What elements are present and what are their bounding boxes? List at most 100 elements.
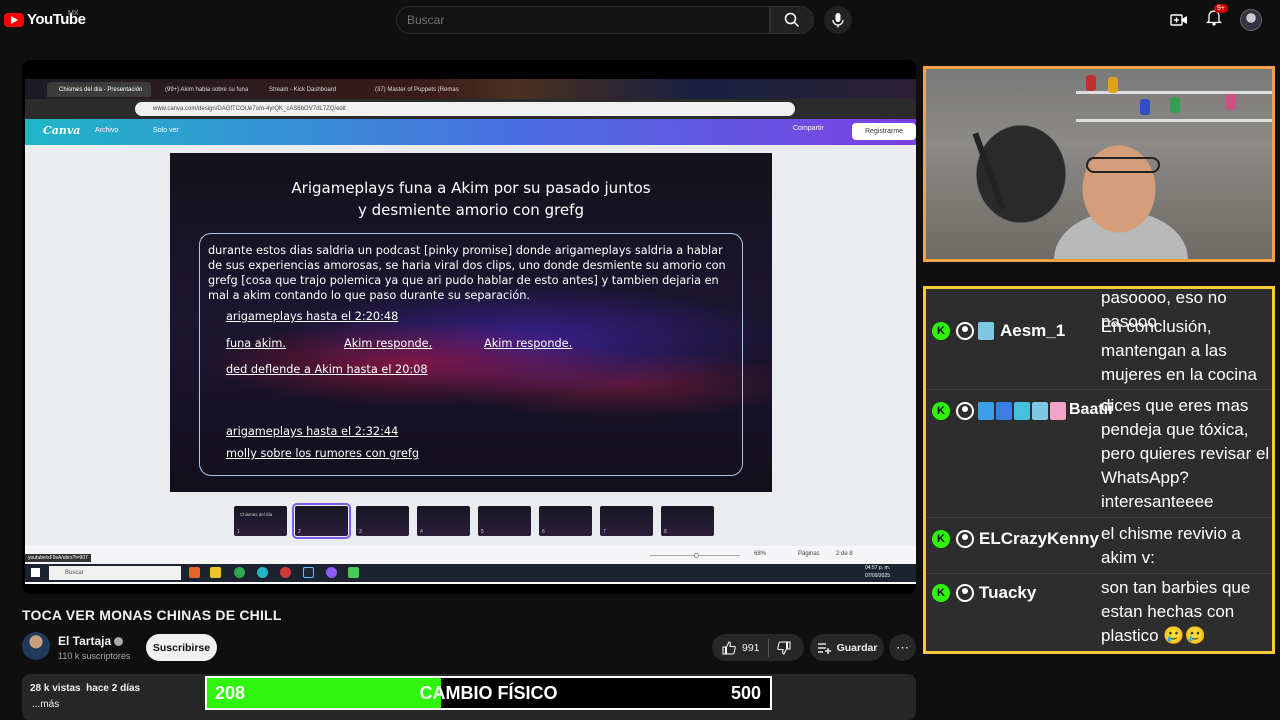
chat-separator xyxy=(926,517,1272,518)
goal-progress-bar: 208 CAMBIO FÍSICO 500 xyxy=(205,676,772,710)
chat-username: Aesm_1 xyxy=(1000,321,1066,340)
edge-icon xyxy=(257,567,268,578)
channel-name-row[interactable]: El Tartaja xyxy=(58,634,124,648)
subscribe-button[interactable]: Suscribirse xyxy=(146,634,217,661)
canva-logo: Canva xyxy=(43,124,81,137)
create-video-icon[interactable] xyxy=(1170,12,1188,28)
kick-badge-icon: K xyxy=(932,530,950,548)
thumbnail: Chismes del día 1 xyxy=(234,506,287,536)
canva-menu-view: Solo ver xyxy=(153,127,179,134)
chrome-icon xyxy=(234,567,245,578)
account-avatar[interactable] xyxy=(1240,8,1262,31)
obs-icon xyxy=(326,567,337,578)
folder-icon xyxy=(210,567,221,578)
chat-separator xyxy=(926,573,1272,574)
kick-badge-icon: K xyxy=(932,402,950,420)
goal-target: 500 xyxy=(730,683,761,703)
pages-label: Páginas xyxy=(798,551,820,557)
browser-tab-kick: Stream - Kick Dashboard xyxy=(269,86,337,93)
badge-icon xyxy=(1032,402,1048,420)
slide-title-line1: Arigameplays funa a Akim por su pasado j… xyxy=(291,179,651,197)
more-actions-button[interactable]: ⋯ xyxy=(889,634,916,661)
thumbs-down-icon[interactable] xyxy=(776,641,791,655)
kick-badge-icon: K xyxy=(932,584,950,602)
region-code: MX xyxy=(68,10,79,17)
chat-username: Tuacky xyxy=(979,583,1037,602)
slide-link-funa: funa akim. xyxy=(226,337,287,350)
slide-thumbnails: Chismes del día 1 2 3 4 5 6 7 8 xyxy=(234,503,714,539)
slide-link-akim-2: Akim responde. xyxy=(484,337,573,350)
zoom-slider-knob xyxy=(694,553,699,558)
kick-icon xyxy=(348,567,359,578)
slide-link-ari-1: arigameplays hasta el 2:20:48 xyxy=(226,310,399,323)
user-icon xyxy=(956,322,974,340)
slide-link-ari-2: arigameplays hasta el 2:32:44 xyxy=(226,425,399,438)
slide-content-box: durante estos dias saldria un podcast [p… xyxy=(199,233,743,476)
browser-tab-akim: (99+) Akim habla sobre su funa xyxy=(165,86,248,93)
youtube-header: YouTube MX 9+ xyxy=(0,0,1280,42)
microphone-icon xyxy=(832,13,844,28)
canva-register-button: Registrarme xyxy=(852,123,916,140)
thumbnail: 7 xyxy=(600,506,653,536)
steam-icon xyxy=(303,567,314,578)
browser-tab-music: (37) Master of Puppets (Remast xyxy=(375,86,459,93)
youtube-play-icon xyxy=(4,12,24,27)
show-more-link[interactable]: ...más xyxy=(32,699,59,710)
thumbnail: 6 xyxy=(539,506,592,536)
thumbnail-selected: 2 xyxy=(292,503,351,539)
chat-message: En conclusión, mantengan a las mujeres e… xyxy=(1101,317,1257,384)
playlist-add-icon xyxy=(817,642,831,654)
slide-title: Arigameplays funa a Akim por su pasado j… xyxy=(170,177,772,221)
presentation-slide: Arigameplays funa a Akim por su pasado j… xyxy=(170,153,772,492)
save-button[interactable]: Guardar xyxy=(810,634,884,661)
like-dislike-group: 991 xyxy=(712,634,804,661)
thumbs-up-icon[interactable] xyxy=(722,640,736,655)
taskbar-time: 04:57 p. m. xyxy=(865,565,891,571)
badge-icon xyxy=(978,402,994,420)
browser-address-bar: www.canva.com/design/DAGfTCOUe7o/n-4yrQK… xyxy=(25,99,916,119)
upload-age: hace 2 días xyxy=(86,683,141,694)
chat-message: son tan barbies que estan hechas con pla… xyxy=(1101,578,1251,645)
voice-search-button[interactable] xyxy=(824,6,852,34)
figure xyxy=(1226,94,1236,110)
channel-name[interactable]: El Tartaja xyxy=(58,634,111,648)
slide-title-line2: y desmiente amorio con grefg xyxy=(358,201,584,219)
like-count[interactable]: 991 xyxy=(742,642,760,654)
search-icon xyxy=(784,12,800,28)
chat-username: ELCrazyKenny xyxy=(979,529,1099,548)
status-url: youtube/sF9sA/obrs?t=907 xyxy=(25,554,91,562)
taskbar-date: 07/09/2025 xyxy=(865,573,891,579)
search-box[interactable] xyxy=(396,6,770,34)
canva-menu-archivo: Archivo xyxy=(95,127,119,134)
figure xyxy=(1140,99,1150,115)
video-player[interactable]: Chismes del día - Presentación (99+) Aki… xyxy=(22,60,916,594)
save-label: Guardar xyxy=(836,641,878,654)
notifications-button[interactable]: 9+ xyxy=(1205,4,1228,31)
browser-tab-canva: Chismes del día - Presentación xyxy=(47,82,151,97)
microphone-arm xyxy=(972,132,1006,210)
slide-link-ded: ded deflende a Akim hasta el 20:08 xyxy=(226,363,428,376)
gift-icon xyxy=(1050,402,1066,420)
thumbnail: 8 xyxy=(661,506,714,536)
subscriber-count: 110 k suscriptores xyxy=(58,651,131,661)
webcam-overlay xyxy=(923,66,1275,262)
view-stats: 28 k vistas hace 2 días xyxy=(30,683,140,694)
taskbar-search: Buscar xyxy=(49,566,181,580)
figure xyxy=(1086,75,1096,91)
browser-tab-bar: Chismes del día - Presentación (99+) Aki… xyxy=(25,79,916,99)
channel-avatar[interactable] xyxy=(22,632,50,660)
badge-icon xyxy=(1014,402,1030,420)
thumbnail: 4 xyxy=(417,506,470,536)
windows-taskbar: Buscar 04:57 p. m. 07/09/2025 xyxy=(25,564,916,582)
page-indicator: 2 de 8 xyxy=(836,551,853,557)
shelf xyxy=(1076,91,1272,94)
search-button[interactable] xyxy=(770,6,814,34)
app-icon xyxy=(280,567,291,578)
windows-start-icon xyxy=(31,568,40,577)
user-icon xyxy=(956,584,974,602)
slide-body-text: durante estos dias saldria un podcast [p… xyxy=(208,244,726,302)
badge-icon xyxy=(996,402,1012,420)
canva-toolbar: Canva Archivo Solo ver Compartir Registr… xyxy=(25,119,916,145)
search-input[interactable] xyxy=(397,7,769,33)
glasses xyxy=(1086,157,1160,173)
